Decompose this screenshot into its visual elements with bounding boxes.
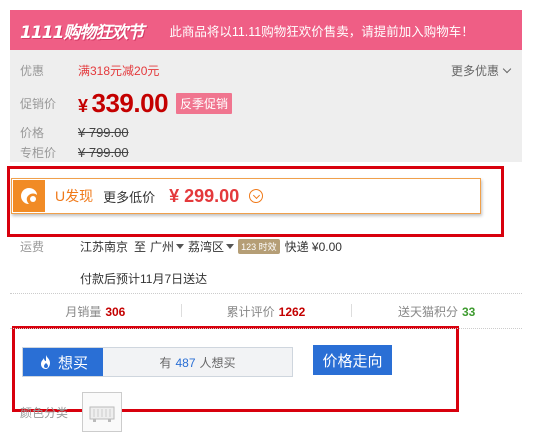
heater-thumbnail bbox=[89, 406, 115, 422]
sale-price-row: 促销价 ¥339.00 反季促销 bbox=[20, 88, 233, 119]
district-select[interactable]: 荔湾区 bbox=[188, 238, 235, 255]
promo-row: 优惠 满318元减20元 bbox=[20, 62, 159, 79]
tmall-points-label: 送天猫积分 bbox=[397, 304, 458, 319]
list-price-row: 价格 ¥ 799.00 bbox=[20, 124, 129, 141]
counter-price-row: 专柜价 ¥ 799.00 bbox=[20, 144, 129, 161]
uc-browser-icon bbox=[13, 180, 45, 212]
monthly-sales: 月销量 306 bbox=[10, 303, 181, 320]
want-count-text: 有 487 人想买 bbox=[103, 354, 292, 371]
promo-badge: 反季促销 bbox=[176, 93, 233, 114]
currency-symbol: ¥ bbox=[78, 96, 88, 116]
want-to-buy-widget: 想买 有 487 人想买 bbox=[22, 347, 293, 377]
color-label: 颜色分类 bbox=[20, 405, 69, 420]
counter-price-value: ¥ 799.00 bbox=[78, 145, 129, 160]
promo-value: 满318元减20元 bbox=[78, 64, 160, 78]
want-count-prefix: 有 bbox=[159, 355, 172, 370]
shipping-row: 运费 江苏南京 至 广州 荔湾区 123 时效 快递 ¥0.00 bbox=[20, 238, 342, 255]
review-count[interactable]: 累计评价 1262 bbox=[180, 303, 352, 320]
delivery-estimate: 付款后预计11月7日送达 bbox=[80, 272, 208, 286]
tmall-points: 送天猫积分 33 bbox=[351, 303, 522, 320]
dropdown-arrow-icon bbox=[226, 244, 235, 249]
shipping-label: 运费 bbox=[20, 240, 45, 254]
want-count-suffix: 人想买 bbox=[199, 355, 236, 370]
ship-to-word: 至 bbox=[134, 240, 147, 254]
tmall-points-value: 33 bbox=[462, 304, 476, 319]
list-price-label: 价格 bbox=[20, 126, 45, 140]
u-discover-name: U发现 bbox=[55, 188, 94, 204]
color-swatch[interactable] bbox=[82, 392, 123, 432]
more-promo-link[interactable]: 更多优惠 bbox=[450, 62, 512, 79]
chevron-down-icon bbox=[502, 64, 512, 74]
sale-price-amount: 339.00 bbox=[91, 88, 169, 118]
city-select[interactable]: 广州 bbox=[150, 238, 185, 255]
promo-label: 优惠 bbox=[20, 64, 45, 78]
dropdown-arrow-icon bbox=[176, 244, 185, 249]
banner-message: 此商品将以11.11购物狂欢价售卖，请提前加入购物车！ bbox=[169, 24, 474, 39]
want-to-buy-button[interactable]: 想买 bbox=[23, 348, 103, 376]
u-discover-more-text: 更多低价 bbox=[103, 189, 156, 205]
expand-circle-icon[interactable] bbox=[249, 189, 264, 203]
more-promo-label: 更多优惠 bbox=[450, 64, 499, 78]
ship-from: 江苏南京 bbox=[80, 240, 129, 254]
counter-price-label: 专柜价 bbox=[20, 146, 57, 160]
delivery-time-badge: 123 时效 bbox=[238, 239, 280, 254]
review-count-label: 累计评价 bbox=[226, 304, 275, 319]
u-discover-price: ¥ 299.00 bbox=[169, 185, 240, 206]
u-discover-box[interactable]: U发现 更多低价 ¥ 299.00 bbox=[11, 178, 481, 214]
stats-bar: 月销量 306 累计评价 1262 送天猫积分 33 bbox=[10, 293, 522, 329]
monthly-sales-value: 306 bbox=[105, 304, 126, 319]
sale-price: ¥339.00 bbox=[78, 88, 169, 119]
review-count-value: 1262 bbox=[278, 304, 306, 319]
monthly-sales-label: 月销量 bbox=[65, 304, 102, 319]
want-count-number: 487 bbox=[175, 355, 196, 370]
district-value: 荔湾区 bbox=[188, 240, 225, 254]
color-options-row: 颜色分类 bbox=[20, 392, 123, 432]
shipping-fee: 快递 ¥0.00 bbox=[284, 240, 342, 254]
list-price-value: ¥ 799.00 bbox=[78, 125, 129, 140]
city-value: 广州 bbox=[150, 240, 175, 254]
double-eleven-logo: 1111购物狂欢节 bbox=[20, 22, 144, 43]
price-trend-button[interactable]: 价格走向 bbox=[313, 345, 392, 375]
want-to-buy-label: 想买 bbox=[57, 354, 88, 372]
sale-price-label: 促销价 bbox=[20, 97, 57, 111]
promo-banner: 1111购物狂欢节 此商品将以11.11购物狂欢价售卖，请提前加入购物车！ bbox=[10, 10, 522, 50]
price-panel: 优惠 满318元减20元 更多优惠 促销价 ¥339.00 反季促销 价格 ¥ … bbox=[10, 50, 522, 162]
flame-icon bbox=[40, 355, 50, 369]
